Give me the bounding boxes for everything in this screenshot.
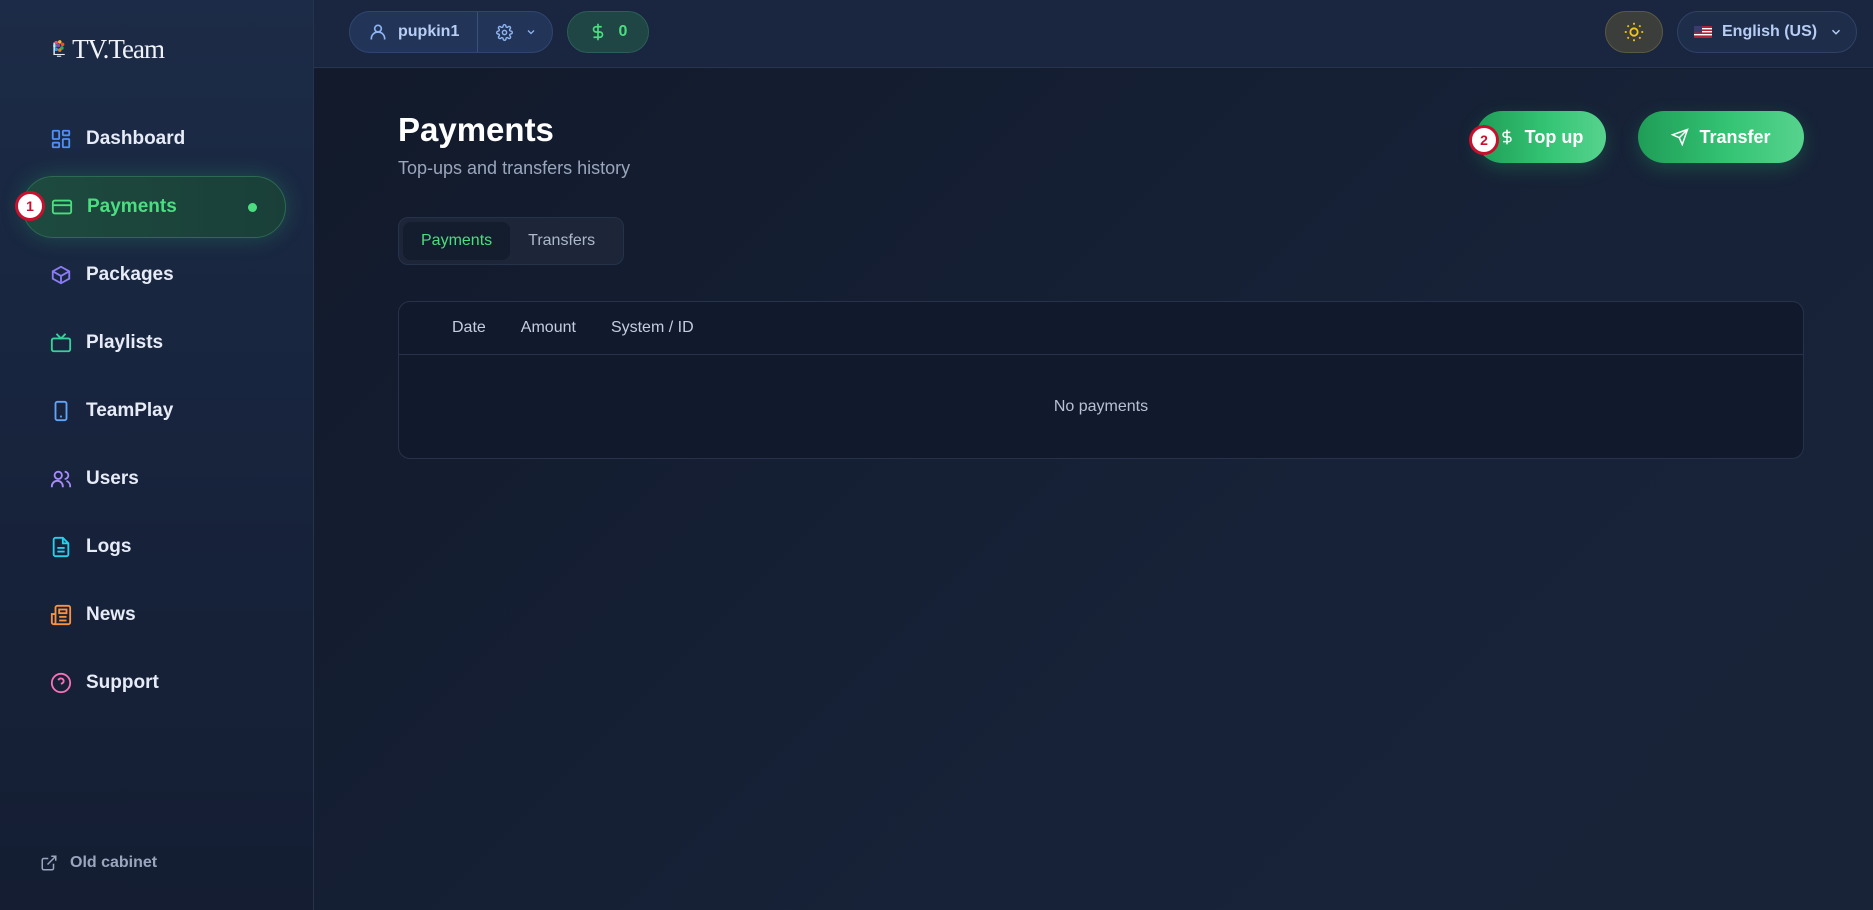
top-up-label: Top up [1524, 126, 1584, 147]
sidebar-item-dashboard[interactable]: Dashboard [22, 108, 286, 170]
transfer-label: Transfer [1699, 126, 1771, 147]
logo-text: TV.Team [72, 33, 165, 64]
newspaper-icon [50, 604, 72, 626]
tab-transfers[interactable]: Transfers [510, 222, 613, 260]
sidebar-item-support[interactable]: Support [22, 652, 286, 714]
old-cabinet-link[interactable]: Old cabinet [40, 854, 157, 872]
top-header: pupkin1 0 English (US) [314, 0, 1873, 68]
sun-icon [1623, 21, 1645, 43]
dashboard-icon [50, 128, 72, 150]
sidebar-item-playlists[interactable]: Playlists [22, 312, 286, 374]
sidebar-item-label: TeamPlay [86, 400, 174, 421]
gear-icon [496, 23, 514, 41]
phone-icon [50, 400, 72, 422]
empty-state-message: No payments [1053, 398, 1149, 415]
logo-icon [53, 40, 65, 57]
user-menu: pupkin1 [349, 11, 553, 53]
dollar-icon [589, 21, 607, 43]
sidebar-item-logs[interactable]: Logs [22, 516, 286, 578]
sidebar-item-label: Playlists [86, 332, 164, 353]
annotation-badge-2: 2 [1469, 125, 1499, 155]
username: pupkin1 [398, 23, 460, 40]
column-header-amount: Amount [520, 319, 576, 336]
language-selector[interactable]: English (US) [1677, 11, 1857, 53]
sidebar-item-label: Logs [86, 536, 132, 557]
sidebar-item-label: Packages [86, 264, 174, 285]
sidebar-item-label: Dashboard [86, 128, 186, 149]
balance-display[interactable]: 0 [567, 11, 649, 53]
chevron-down-icon [525, 26, 537, 38]
old-cabinet-label: Old cabinet [70, 854, 158, 871]
sidebar-item-news[interactable]: News [22, 584, 286, 646]
main-content: Payments Top-ups and transfers history T… [314, 69, 1873, 910]
balance-value: 0 [618, 23, 628, 40]
sidebar-item-payments[interactable]: Payments [22, 176, 286, 238]
page-subtitle: Top-ups and transfers history [398, 158, 631, 178]
annotation-badge-1: 1 [15, 191, 45, 221]
sidebar-item-label: Payments [87, 196, 177, 217]
column-header-date: Date [452, 319, 486, 336]
box-icon [50, 264, 72, 286]
column-header-system-id: System / ID [610, 319, 694, 336]
tab-payments[interactable]: Payments [403, 222, 511, 260]
active-indicator-dot [248, 203, 257, 212]
chevron-down-icon [1829, 25, 1843, 39]
page-title: Payments [398, 111, 554, 148]
sidebar-nav: Dashboard Payments Packages Playlists Te… [22, 108, 286, 720]
theme-toggle-button[interactable] [1605, 11, 1663, 53]
sidebar-item-users[interactable]: Users [22, 448, 286, 510]
payments-table: Date Amount System / ID No payments [398, 301, 1804, 459]
sidebar-item-teamplay[interactable]: TeamPlay [22, 380, 286, 442]
settings-dropdown-button[interactable] [478, 23, 537, 41]
user-icon [368, 22, 388, 42]
tv-icon [50, 332, 72, 354]
user-profile-button[interactable]: pupkin1 [350, 12, 479, 52]
users-icon [50, 468, 72, 490]
sidebar-item-label: News [86, 604, 136, 625]
app-logo[interactable]: TV.Team [52, 20, 165, 78]
external-link-icon [40, 854, 58, 872]
sidebar: TV.Team Dashboard Payments Packages Play… [0, 0, 314, 910]
history-tabs: Payments Transfers [398, 217, 624, 265]
credit-card-icon [51, 196, 73, 218]
sidebar-item-label: Support [86, 672, 159, 693]
help-circle-icon [50, 672, 72, 694]
table-header: Date Amount System / ID [399, 302, 1803, 355]
language-label: English (US) [1722, 23, 1818, 40]
transfer-button[interactable]: Transfer [1638, 111, 1804, 163]
us-flag-icon [1694, 26, 1712, 38]
sidebar-item-label: Users [86, 468, 139, 489]
dollar-icon [1499, 128, 1515, 146]
send-icon [1671, 128, 1690, 146]
sidebar-item-packages[interactable]: Packages [22, 244, 286, 306]
document-icon [50, 536, 72, 558]
